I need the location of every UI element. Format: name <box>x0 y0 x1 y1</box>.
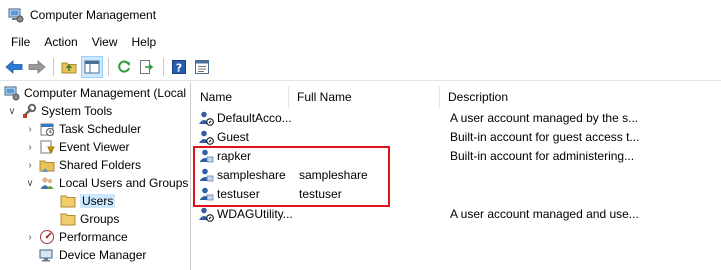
help-icon: ? <box>172 59 186 74</box>
computer-management-icon <box>8 8 24 23</box>
local-users-groups-icon <box>39 175 55 191</box>
tree-item-label: Users <box>80 194 116 208</box>
menu-bar: File Action View Help <box>0 31 721 53</box>
tree-item-label: Performance <box>59 230 128 244</box>
tree-item-label: Event Viewer <box>59 140 130 154</box>
user-description: A user account managed by the s... <box>450 110 639 125</box>
tree-item-task-scheduler[interactable]: › Task Scheduler <box>24 120 141 138</box>
window-title: Computer Management <box>30 8 157 22</box>
menu-help[interactable]: Help <box>125 32 164 52</box>
tree-item-label: System Tools <box>41 104 113 118</box>
refresh-icon <box>118 60 130 72</box>
tree-item-label: Device Manager <box>59 248 147 262</box>
tree-item-groups[interactable]: Groups <box>60 210 119 228</box>
toolbar-separator <box>108 57 109 76</box>
toolbar-separator <box>53 57 54 76</box>
computer-management-icon <box>4 85 20 101</box>
tree-item-device-manager[interactable]: Device Manager <box>39 246 146 264</box>
up-one-level-button[interactable] <box>58 56 80 78</box>
performance-icon <box>39 229 55 245</box>
toolbar-separator <box>163 57 164 76</box>
refresh-button[interactable] <box>113 56 135 78</box>
tree-item-label: Shared Folders <box>59 158 142 172</box>
system-tools-icon <box>21 103 37 119</box>
tree-item-label: Groups <box>80 212 120 226</box>
menu-file[interactable]: File <box>4 32 37 52</box>
svg-text:!: ! <box>50 148 52 154</box>
forward-button[interactable] <box>26 56 48 78</box>
up-folder-icon <box>61 62 77 73</box>
tree-item-label: Computer Management (Local <box>24 86 187 100</box>
tree-item-users[interactable]: Users <box>60 192 116 210</box>
tree-item-shared-folders[interactable]: › Shared Folders <box>24 156 141 174</box>
user-name: Guest <box>217 129 250 144</box>
chevron-right-icon[interactable]: › <box>24 159 36 171</box>
chevron-down-icon[interactable]: ∨ <box>24 177 36 189</box>
show-hide-tree-icon <box>84 60 100 73</box>
user-disabled-icon <box>199 207 214 222</box>
chevron-down-icon[interactable]: ∨ <box>6 105 18 117</box>
properties-icon <box>195 59 209 74</box>
tree-item-label: Local Users and Groups <box>59 176 189 190</box>
chevron-right-icon[interactable]: › <box>24 123 36 135</box>
export-list-button[interactable] <box>136 56 158 78</box>
column-header-name[interactable]: Name <box>192 86 289 108</box>
tree-item-computer-management[interactable]: Computer Management (Local <box>4 84 186 102</box>
user-disabled-icon <box>198 109 214 126</box>
back-button[interactable] <box>3 56 25 78</box>
menu-view[interactable]: View <box>85 32 125 52</box>
user-disabled-icon <box>199 130 214 145</box>
user-description: Built-in account for guest access t... <box>450 129 640 144</box>
device-manager-icon <box>39 247 55 263</box>
user-name: DefaultAcco... <box>217 110 292 125</box>
back-icon <box>5 59 23 74</box>
event-viewer-icon: ! <box>39 139 55 155</box>
user-description: A user account managed and use... <box>450 206 639 221</box>
tree-item-local-users-and-groups[interactable]: ∨ Local Users and Groups <box>24 174 188 192</box>
column-header-full-name[interactable]: Full Name <box>289 86 440 108</box>
folder-icon <box>60 211 76 227</box>
list-row-defaultaccount[interactable]: DefaultAcco... A user account managed by… <box>192 108 721 127</box>
title-bar: Computer Management <box>0 0 721 31</box>
task-scheduler-icon <box>39 121 55 137</box>
tree-item-system-tools[interactable]: ∨ System Tools <box>6 102 112 120</box>
menu-action[interactable]: Action <box>37 32 84 52</box>
list-header: Name Full Name Description <box>192 86 721 108</box>
toolbar: ? <box>0 53 721 81</box>
properties-button[interactable] <box>191 56 213 78</box>
chevron-right-icon[interactable]: › <box>24 141 36 153</box>
tree-item-label: Task Scheduler <box>59 122 142 136</box>
tree-item-performance[interactable]: › Performance <box>24 228 128 246</box>
forward-icon <box>28 59 46 74</box>
console-tree[interactable]: Computer Management (Local ∨ System Tool… <box>0 82 191 270</box>
list-row-guest[interactable]: Guest Built-in account for guest access … <box>192 127 721 146</box>
highlight-box <box>193 146 390 207</box>
chevron-right-icon[interactable]: › <box>24 231 36 243</box>
svg-text:?: ? <box>176 61 182 74</box>
shared-folders-icon <box>39 157 55 173</box>
export-list-icon <box>140 59 154 74</box>
show-hide-console-tree-button[interactable] <box>81 55 103 78</box>
column-header-description[interactable]: Description <box>440 86 721 108</box>
tree-item-event-viewer[interactable]: › ! Event Viewer <box>24 138 129 156</box>
user-name: WDAGUtility... <box>217 206 293 221</box>
folder-icon <box>60 193 76 209</box>
help-button[interactable]: ? <box>168 56 190 78</box>
user-description: Built-in account for administering... <box>450 148 635 163</box>
